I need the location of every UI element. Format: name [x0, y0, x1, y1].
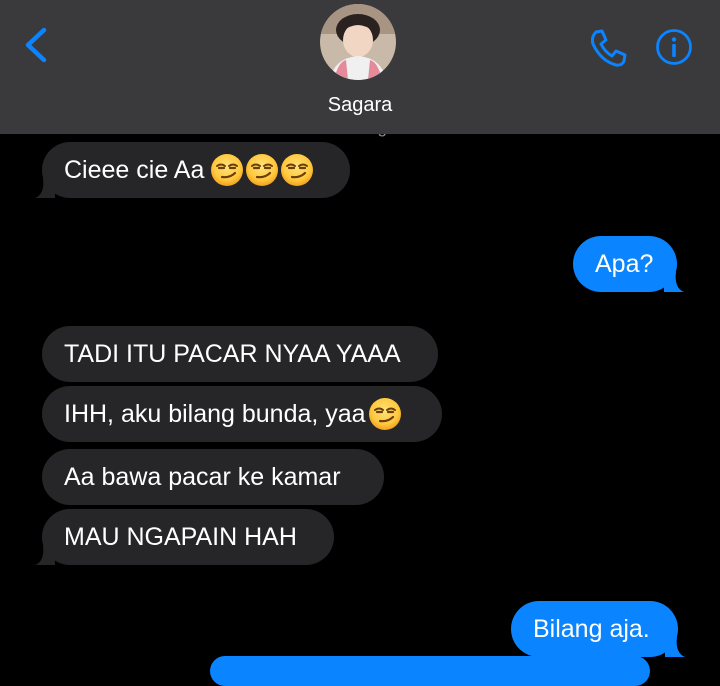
- info-button[interactable]: [655, 28, 693, 66]
- smirking-face-emoji: [246, 154, 279, 186]
- bubble-tail: [665, 637, 685, 657]
- message-bubble-incoming[interactable]: TADI ITU PACAR NYAA YAAA: [42, 326, 438, 382]
- message-text: Aa bawa pacar ke kamar: [64, 462, 341, 491]
- message-text: TADI ITU PACAR NYAA YAAA: [64, 339, 401, 368]
- back-button[interactable]: [18, 26, 58, 66]
- call-button[interactable]: [586, 26, 630, 70]
- info-icon: [656, 29, 692, 65]
- avatar[interactable]: [320, 4, 396, 80]
- message-text: IHH, aku bilang bunda, yaa: [64, 399, 366, 428]
- message-bubble-outgoing-partial[interactable]: [210, 656, 650, 686]
- message-bubble-outgoing[interactable]: Apa?: [573, 236, 684, 292]
- message-bubble-incoming[interactable]: Aa bawa pacar ke kamar: [42, 449, 384, 505]
- bubble-tail: [664, 272, 684, 292]
- contact-name[interactable]: Sagara: [0, 94, 720, 117]
- smirking-face-emoji: [211, 154, 244, 186]
- message-text: Bilang aja.: [533, 614, 650, 643]
- message-bubble-incoming[interactable]: MAU NGAPAIN HAH: [35, 509, 334, 565]
- contact-photo: [320, 4, 396, 80]
- message-bubble-incoming[interactable]: IHH, aku bilang bunda, yaa: [42, 386, 442, 442]
- message-text: MAU NGAPAIN HAH: [64, 522, 297, 551]
- bubble-tail: [35, 178, 55, 198]
- conversation-header: Sagara: [0, 0, 720, 134]
- emoji-group: [210, 153, 314, 187]
- phone-icon: [590, 29, 627, 67]
- emoji-group: [368, 397, 402, 431]
- message-text: Cieee cie Aa: [64, 155, 205, 184]
- chevron-left-icon: [25, 27, 47, 63]
- bubble-tail: [35, 545, 55, 565]
- smirking-face-emoji: [281, 154, 314, 186]
- message-bubble-outgoing[interactable]: Bilang aja.: [511, 601, 685, 657]
- smirking-face-emoji: [368, 398, 401, 430]
- message-bubble-incoming[interactable]: Cieee cie Aa: [35, 142, 350, 198]
- message-text: Apa?: [595, 249, 654, 278]
